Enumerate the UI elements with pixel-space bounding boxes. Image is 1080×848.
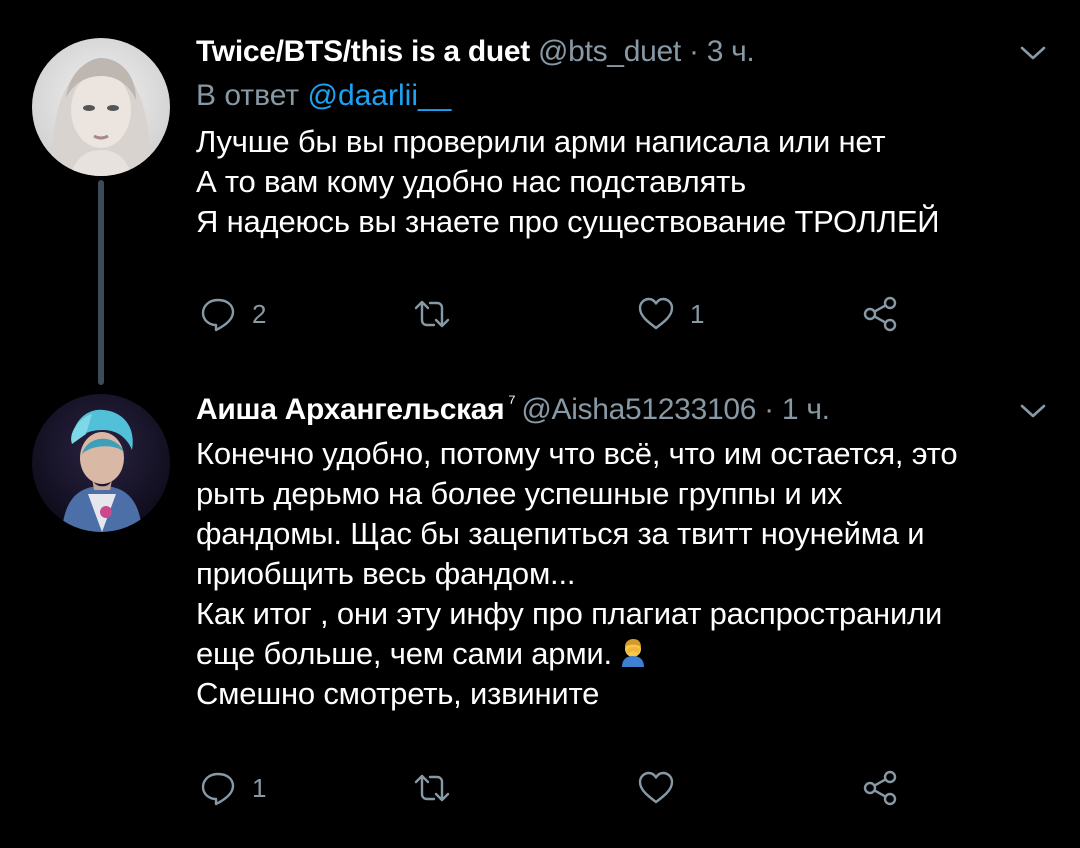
header-separator: · <box>688 35 699 68</box>
avatar-image <box>32 394 170 532</box>
tweet-timestamp[interactable]: 3 ч. <box>707 35 755 68</box>
tweet-actions: 2 1 <box>196 292 916 336</box>
reply-button[interactable]: 2 <box>198 292 266 336</box>
heart-icon <box>638 771 674 804</box>
reply-context: В ответ @daarlii__ <box>196 76 1050 116</box>
tweet-text-line: рыть дерьмо на более успешные группы и и… <box>196 476 843 511</box>
chevron-down-icon[interactable] <box>1018 396 1048 426</box>
display-name[interactable]: Аиша Архангельская <box>196 393 505 426</box>
retweet-button[interactable] <box>412 766 466 810</box>
tweet-text-line: Как итог , они эту инфу про плагиат расп… <box>196 596 943 631</box>
tweet-text: Лучше бы вы проверили арми написала или … <box>196 122 1050 242</box>
reply-count: 1 <box>252 772 267 803</box>
display-name[interactable]: Twice/BTS/this is a duet <box>196 35 530 68</box>
user-handle[interactable]: @Aisha51233106 <box>521 393 756 426</box>
user-handle[interactable]: @bts_duet <box>538 35 681 68</box>
like-button[interactable]: 1 <box>636 292 704 336</box>
name-badge: ⁷ <box>508 392 516 414</box>
retweet-button[interactable] <box>412 292 466 336</box>
tweet-text-line: Смешно смотреть, извините <box>196 676 600 711</box>
tweet-actions: 1 <box>196 766 916 810</box>
avatar-image <box>32 38 170 176</box>
avatar[interactable] <box>32 394 170 532</box>
share-button[interactable] <box>860 292 900 336</box>
tweet[interactable]: Twice/BTS/this is a duet @bts_duet · 3 ч… <box>0 0 1080 385</box>
tweet-header: Аиша Архангельская ⁷ @Aisha51233106 · 1 ч. <box>196 392 1050 431</box>
tweet-header: Twice/BTS/this is a duet @bts_duet · 3 ч… <box>196 34 1050 70</box>
reply-mention-link[interactable]: @daarlii__ <box>307 79 451 112</box>
heart-icon <box>638 297 674 330</box>
like-button[interactable] <box>636 766 690 810</box>
chevron-down-icon[interactable] <box>1018 38 1048 68</box>
like-count: 1 <box>690 298 705 329</box>
reply-count: 2 <box>252 298 267 329</box>
tweet[interactable]: Аиша Архангельская ⁷ @Aisha51233106 · 1 ч.… <box>0 370 1080 848</box>
avatar[interactable] <box>32 38 170 176</box>
tweet-text-line: Лучше бы вы проверили арми написала или … <box>196 124 886 159</box>
share-icon <box>863 770 897 806</box>
retweet-icon <box>414 774 450 802</box>
tweet-timestamp[interactable]: 1 ч. <box>782 393 830 426</box>
reply-icon <box>201 772 235 806</box>
tweet-text-line: Я надеюсь вы знаете про существование ТР… <box>196 204 940 239</box>
tweet-body: Аиша Архангельская ⁷ @Aisha51233106 · 1 ч.… <box>196 392 1050 714</box>
tweet-text-line: фандомы. Щас бы зацепиться за твитт ноун… <box>196 516 925 551</box>
reply-icon <box>201 298 235 332</box>
tweet-body: Twice/BTS/this is a duet @bts_duet · 3 ч… <box>196 34 1050 242</box>
retweet-icon <box>414 300 450 328</box>
tweet-text-line: еще больше, чем сами арми. <box>196 636 612 671</box>
tweet-text-line: А то вам кому удобно нас подставлять <box>196 164 747 199</box>
reply-prefix: В ответ <box>196 79 300 112</box>
tweet-text: Конечно удобно, потому что всё, что им о… <box>196 434 1050 714</box>
reply-button[interactable]: 1 <box>198 766 266 810</box>
thread-connector-line <box>98 180 104 385</box>
share-icon <box>863 296 897 332</box>
facepalm-emoji-icon <box>621 638 644 667</box>
tweet-text-line-with-emoji: еще больше, чем сами арми. <box>196 634 1050 674</box>
tweet-text-line: приобщить весь фандом... <box>196 556 576 591</box>
share-button[interactable] <box>860 766 900 810</box>
header-separator: · <box>764 393 774 426</box>
tweet-text-line: Конечно удобно, потому что всё, что им о… <box>196 436 958 471</box>
